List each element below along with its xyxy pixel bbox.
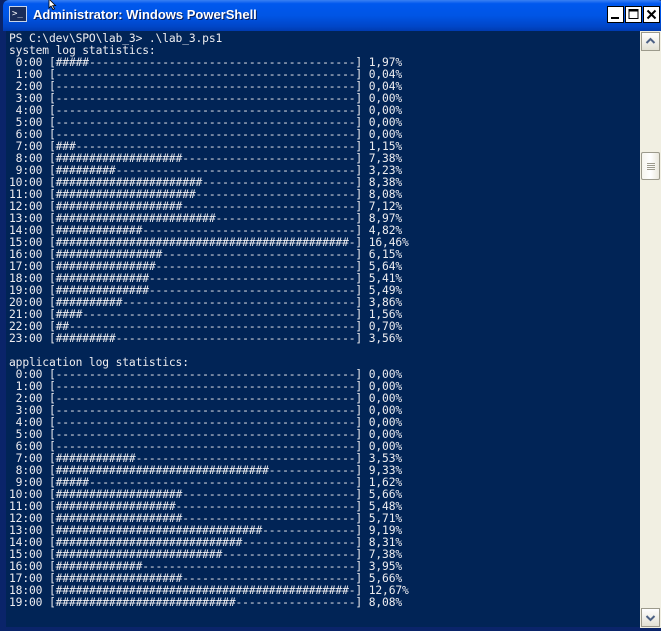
scroll-down-button[interactable] [641,608,660,627]
ascii-bar: [#########------------------------------… [42,332,369,345]
powershell-window: >_ Administrator: Windows PowerShell PS … [0,0,661,631]
hour-label: 23:00 [9,332,43,345]
percent-value: 3,56% [368,332,403,345]
ascii-bar: [###########################------------… [42,596,369,609]
scroll-thumb[interactable] [641,152,660,180]
scroll-up-arrow-icon [645,37,656,44]
minimize-button[interactable] [607,6,624,23]
scroll-up-button[interactable] [641,32,660,51]
window-title: Administrator: Windows PowerShell [33,7,257,22]
minimize-icon [611,17,619,19]
maximize-button[interactable] [625,6,642,23]
stat-row: 19:00 [###########################------… [9,596,402,609]
console-output: PS C:\dev\SPO\lab_3> .\lab_3.ps1 system … [9,33,409,609]
title-bar[interactable]: >_ Administrator: Windows PowerShell [3,0,661,31]
scroll-down-arrow-icon [645,615,656,622]
powershell-icon[interactable]: >_ [9,6,27,22]
mouse-pointer-icon [48,0,57,10]
close-icon [646,9,657,20]
maximize-icon [628,9,639,19]
percent-value: 8,08% [368,596,403,609]
vertical-scrollbar[interactable] [640,31,661,628]
console-area[interactable]: PS C:\dev\SPO\lab_3> .\lab_3.ps1 system … [6,31,640,627]
hour-label: 19:00 [9,596,43,609]
close-button[interactable] [643,6,660,23]
stat-row: 23:00 [#########------------------------… [9,332,402,345]
